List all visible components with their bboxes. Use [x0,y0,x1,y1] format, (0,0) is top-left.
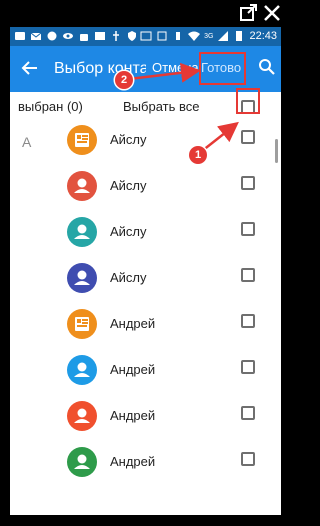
close-icon[interactable] [262,3,282,23]
annotation-badge-2: 2 [115,71,133,89]
overlay-toolbar [0,0,291,27]
annotation-badge-1: 1 [189,146,207,164]
annotation-arrows [128,62,239,152]
open-external-icon[interactable] [239,3,259,23]
phone-screen: 3G 22:43 Выбор контактов Отмена Готово в… [10,27,281,515]
screenshot-frame: 3G 22:43 Выбор контактов Отмена Готово в… [0,0,291,526]
